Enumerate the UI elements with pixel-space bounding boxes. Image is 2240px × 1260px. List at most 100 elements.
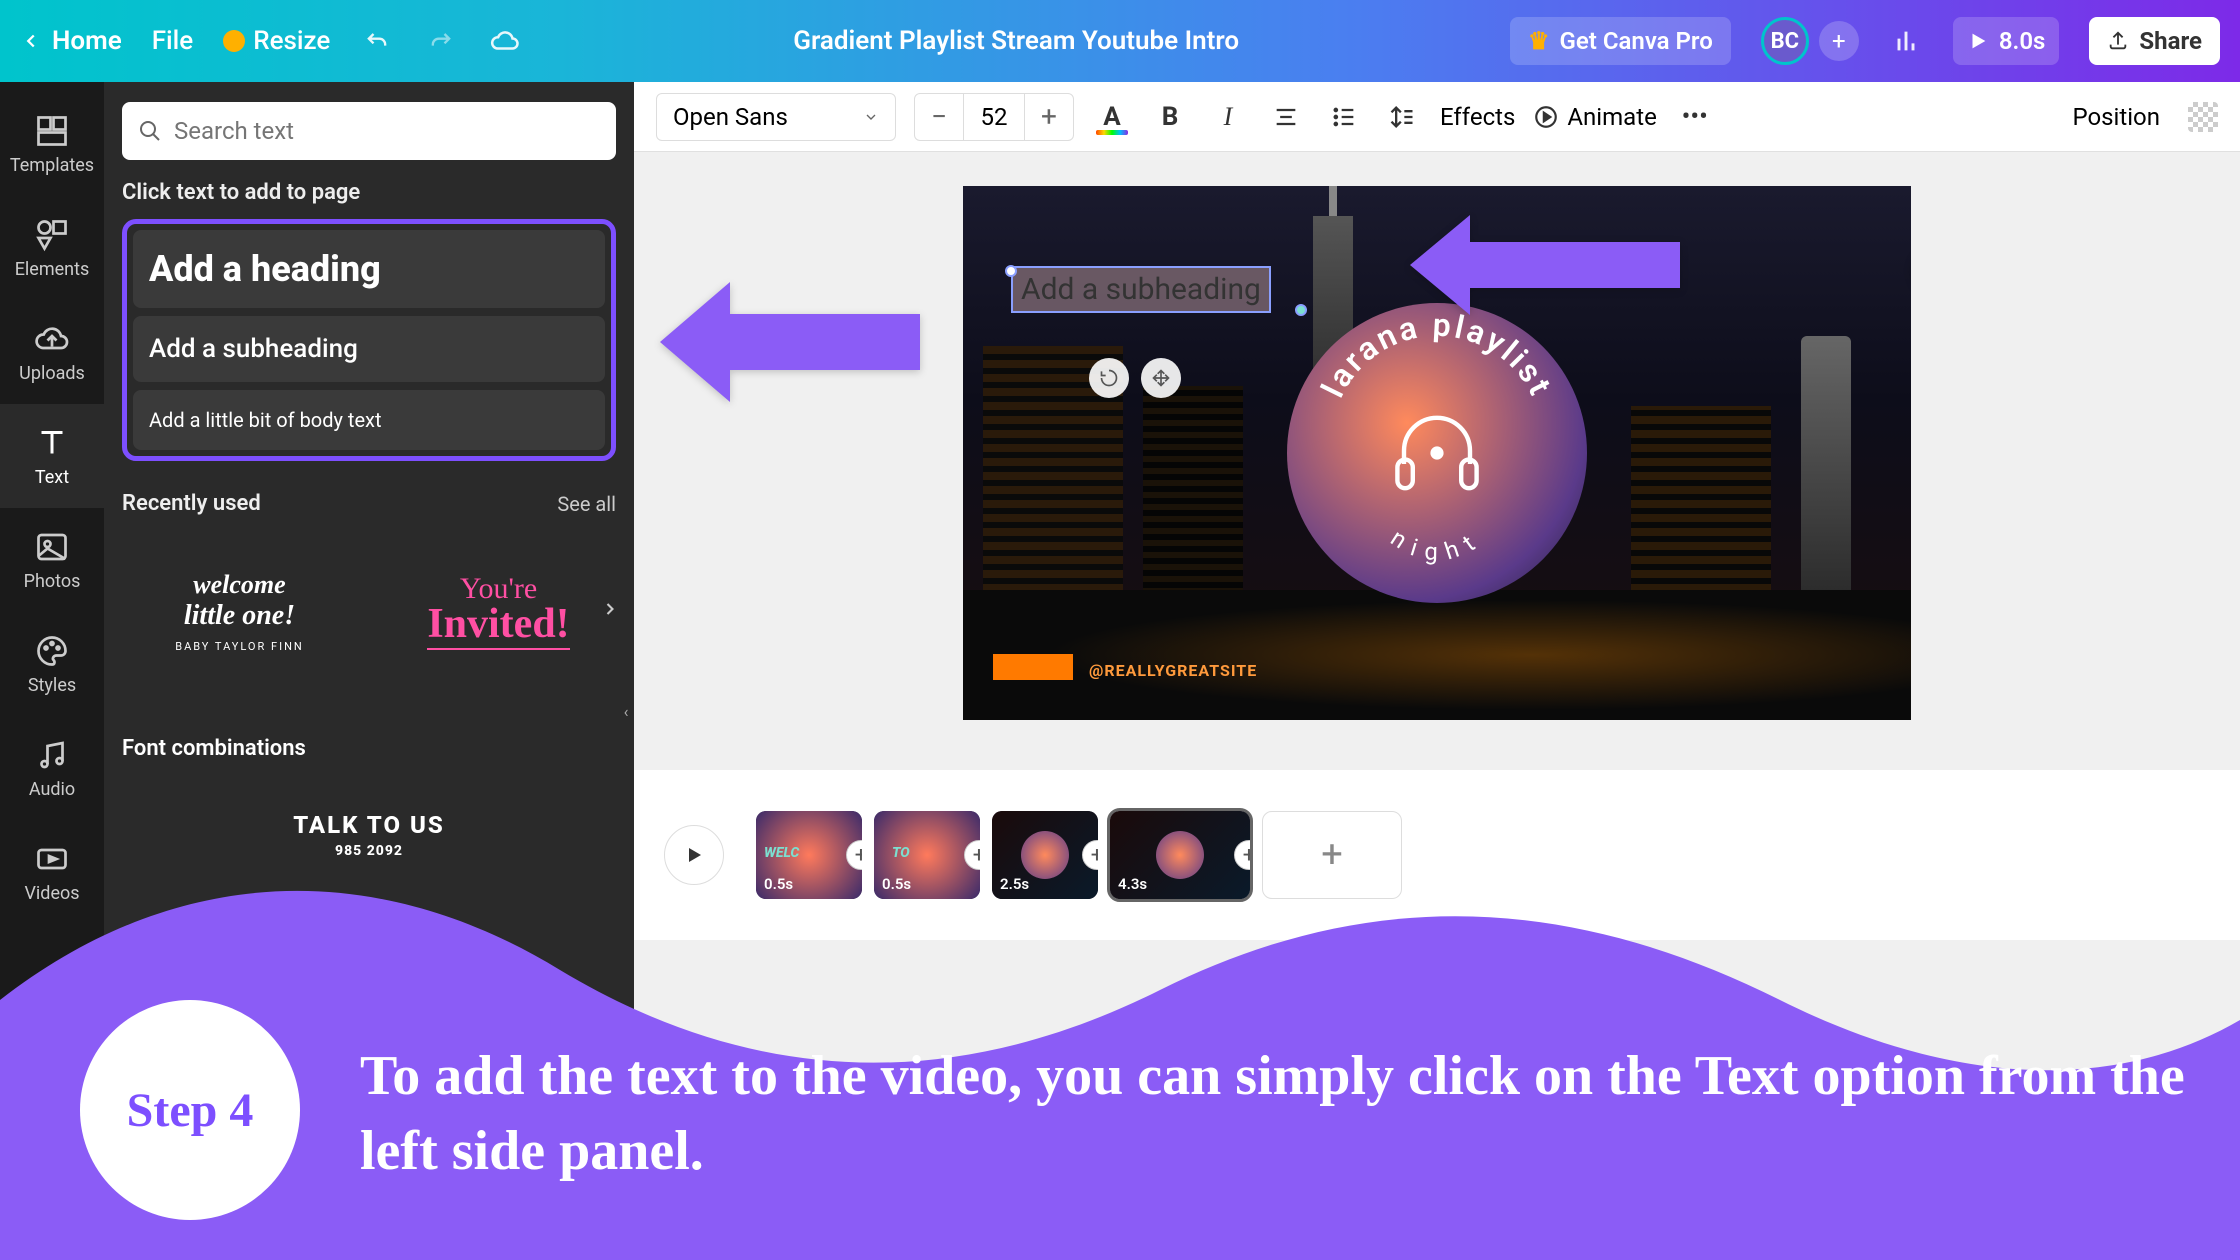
text-color-button[interactable]: A [1092,97,1132,137]
undo-button[interactable] [360,24,394,58]
recent-template-1[interactable]: welcome little one! BABY TAYLOR FINN [122,536,357,686]
font-size-input[interactable] [963,94,1025,140]
video-icon [34,841,70,877]
list-button[interactable] [1324,97,1364,137]
element-controls [1089,358,1181,398]
get-pro-button[interactable]: ♛ Get Canva Pro [1510,17,1731,65]
search-text-box[interactable] [122,102,616,160]
play-duration-button[interactable]: 8.0s [1953,17,2060,65]
effects-button[interactable]: Effects [1440,103,1515,131]
top-toolbar: Home File Resize Gradient Playlist Strea… [0,0,2240,82]
home-button[interactable]: Home [20,26,122,56]
crown-icon [223,30,245,52]
increase-size-button[interactable]: + [1025,94,1073,140]
cloud-sync-button[interactable] [488,24,522,58]
site-url-text[interactable]: @REALLYGREATSITE [1089,661,1257,680]
align-button[interactable] [1266,97,1306,137]
decrease-size-button[interactable]: − [915,94,963,140]
add-heading-button[interactable]: Add a heading [133,230,605,308]
audio-icon [34,737,70,773]
add-member-button[interactable]: + [1819,21,1859,61]
rotate-button[interactable] [1089,358,1129,398]
tutorial-arrow-left [660,272,920,416]
nav-photos[interactable]: Photos [0,508,104,612]
user-avatar[interactable]: BC [1761,17,1809,65]
selection-handle[interactable] [1005,265,1017,277]
get-pro-label: Get Canva Pro [1560,27,1713,55]
more-button[interactable]: ••• [1675,97,1715,137]
share-button[interactable]: Share [2089,17,2220,65]
redo-button[interactable] [424,24,458,58]
selection-handle[interactable] [1295,304,1307,316]
add-subheading-button[interactable]: Add a subheading [133,316,605,382]
animate-label: Animate [1567,103,1656,131]
animate-icon [1533,104,1559,130]
nav-templates[interactable]: Templates [0,92,104,196]
add-body-text-button[interactable]: Add a little bit of body text [133,390,605,450]
click-to-add-label: Click text to add to page [122,180,616,205]
font-selector[interactable]: Open Sans [656,93,896,141]
home-label: Home [52,26,122,56]
share-icon [2107,30,2129,52]
recent-template-2[interactable]: You're Invited! [381,536,616,686]
templates-icon [34,113,70,149]
undo-icon [363,27,391,55]
chevron-left-icon [20,30,42,52]
add-page-button[interactable]: + [1262,811,1402,899]
nav-elements[interactable]: Elements [0,196,104,300]
left-nav-rail: Templates Elements Uploads Text Photos S… [0,82,104,1260]
italic-button[interactable]: I [1208,97,1248,137]
editor-toolbar: Open Sans − + A B I Effects Animate ••• … [634,82,2240,152]
resize-button[interactable]: Resize [223,26,330,56]
nav-text[interactable]: Text [0,404,104,508]
chart-icon [1892,27,1920,55]
nav-uploads[interactable]: Uploads [0,300,104,404]
see-all-link[interactable]: See all [557,492,616,516]
document-title[interactable]: Gradient Playlist Stream Youtube Intro [552,26,1480,56]
elements-icon [34,217,70,253]
crown-icon: ♛ [1528,27,1550,55]
talk-to-us-template[interactable]: TALK TO US 985 2092 [122,811,616,859]
play-icon [1967,30,1989,52]
timeline-clip-1[interactable]: WELC0.5s+ [756,811,862,899]
svg-text:night: night [1386,524,1488,566]
move-button[interactable] [1141,358,1181,398]
search-input[interactable] [174,117,600,145]
recently-used-label: Recently used [122,491,261,516]
rotate-icon [1099,368,1119,388]
nav-videos[interactable]: Videos [0,820,104,924]
selected-text-element[interactable]: Add a subheading [1011,266,1271,313]
move-icon [1151,368,1171,388]
chevron-right-icon [600,594,620,624]
palette-icon [34,633,70,669]
spacing-button[interactable] [1382,97,1422,137]
photos-icon [34,529,70,565]
nav-audio[interactable]: Audio [0,716,104,820]
align-icon [1272,103,1300,131]
timeline-clip-3[interactable]: 2.5s+ [992,811,1098,899]
insights-button[interactable] [1889,24,1923,58]
scroll-right-button[interactable] [600,594,620,628]
nav-styles[interactable]: Styles [0,612,104,716]
duration-label: 8.0s [1999,27,2046,55]
timeline: WELC0.5s+ TO0.5s+ 2.5s+ 4.3s+ + [634,770,2240,940]
text-side-panel: Click text to add to page Add a heading … [104,82,634,1260]
font-size-group: − + [914,93,1074,141]
redo-icon [427,27,455,55]
accent-bar [993,654,1073,680]
bold-button[interactable]: B [1150,97,1190,137]
playlist-logo[interactable]: larana playlist night [1287,303,1587,603]
file-menu[interactable]: File [152,26,194,56]
timeline-clip-4[interactable]: 4.3s+ [1110,811,1250,899]
collapse-panel-button[interactable]: ‹ [616,671,634,751]
transparency-button[interactable] [2188,102,2218,132]
font-name: Open Sans [673,103,788,131]
animate-button[interactable]: Animate [1533,103,1656,131]
play-button[interactable] [664,825,724,885]
font-combinations-label: Font combinations [122,736,616,761]
position-button[interactable]: Position [2072,103,2160,131]
timeline-clip-2[interactable]: TO0.5s+ [874,811,980,899]
list-icon [1330,103,1358,131]
cloud-icon [490,26,520,56]
play-icon [682,843,706,867]
